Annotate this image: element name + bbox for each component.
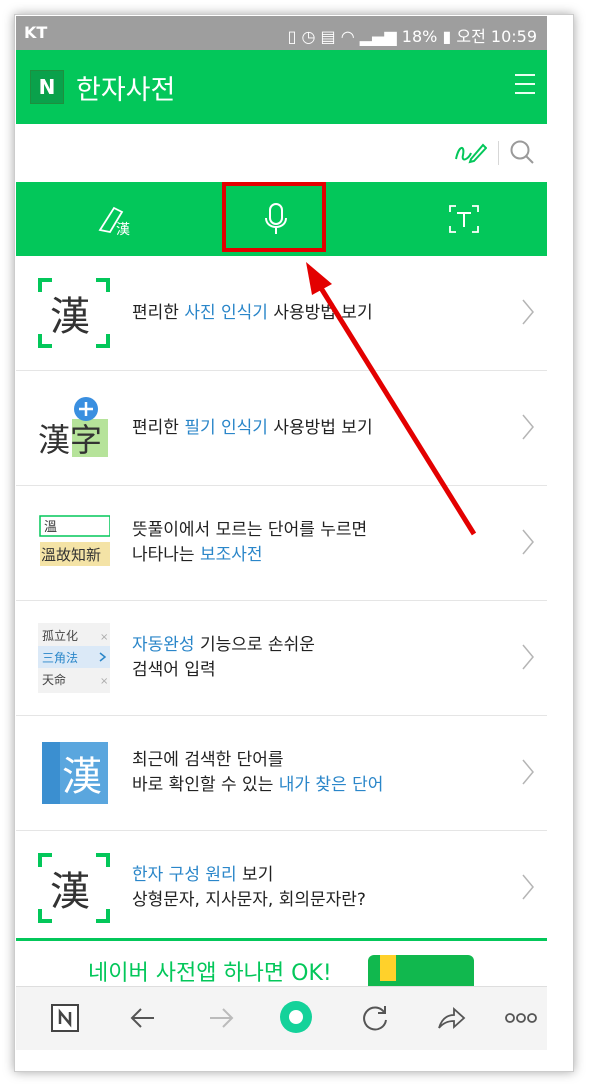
annotation-arrow — [306, 262, 477, 536]
phone-screen: KT ▯ ◷ ▤ ◠ ▂▄▆ 18% ▮ 오전 10:59 N 한자사전 漢 漢… — [16, 16, 547, 1050]
